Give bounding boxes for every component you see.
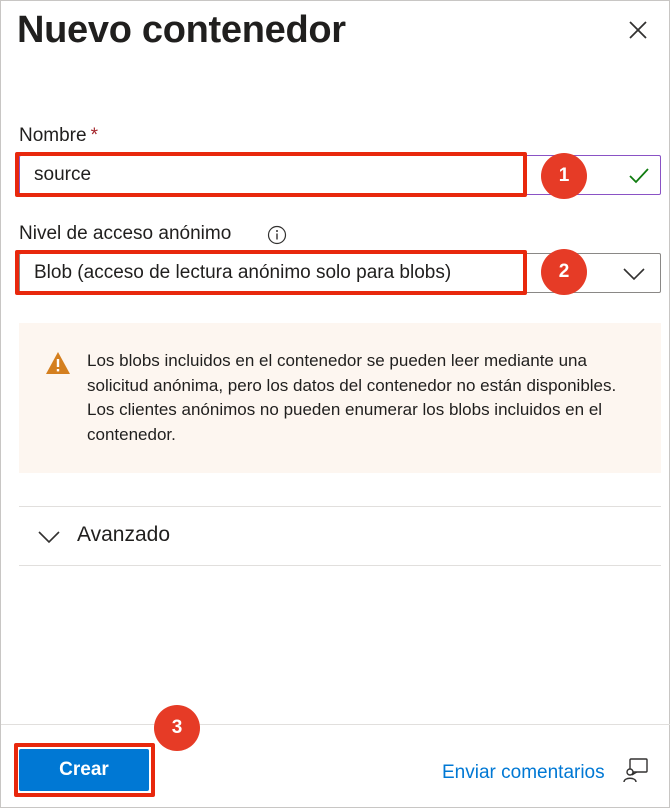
chevron-down-icon [38, 531, 60, 544]
access-level-selected[interactable]: Blob (acceso de lectura anónimo solo par… [34, 262, 451, 284]
panel-title: Nuevo contenedor [17, 9, 346, 51]
chevron-down-icon[interactable] [622, 266, 646, 282]
name-label-text: Nombre [19, 125, 87, 146]
info-icon[interactable] [267, 225, 287, 245]
advanced-section-toggle[interactable]: Avanzado [19, 507, 661, 565]
feedback-icon[interactable] [623, 757, 649, 783]
step-2-badge: 2 [541, 249, 587, 295]
warning-message-bar: Los blobs incluidos en el contenedor se … [19, 323, 661, 473]
warning-icon [46, 352, 70, 374]
access-level-label: Nivel de acceso anónimo [19, 223, 232, 244]
footer-divider [1, 724, 670, 725]
close-button[interactable] [621, 13, 655, 47]
new-container-panel: Nuevo contenedor Nombre * source 1 Nivel … [0, 0, 670, 808]
name-field-label: Nombre * [19, 125, 98, 147]
required-asterisk: * [90, 125, 98, 146]
create-button[interactable]: Crear [19, 749, 149, 791]
divider [19, 565, 661, 566]
warning-text: Los blobs incluidos en el contenedor se … [87, 351, 617, 444]
step-1-badge: 1 [541, 153, 587, 199]
feedback-link[interactable]: Enviar comentarios [442, 762, 605, 784]
advanced-label: Avanzado [77, 523, 171, 546]
name-input-value[interactable]: source [34, 164, 91, 186]
checkmark-icon [629, 168, 649, 184]
step-3-badge: 3 [154, 705, 200, 751]
close-icon [629, 21, 647, 39]
